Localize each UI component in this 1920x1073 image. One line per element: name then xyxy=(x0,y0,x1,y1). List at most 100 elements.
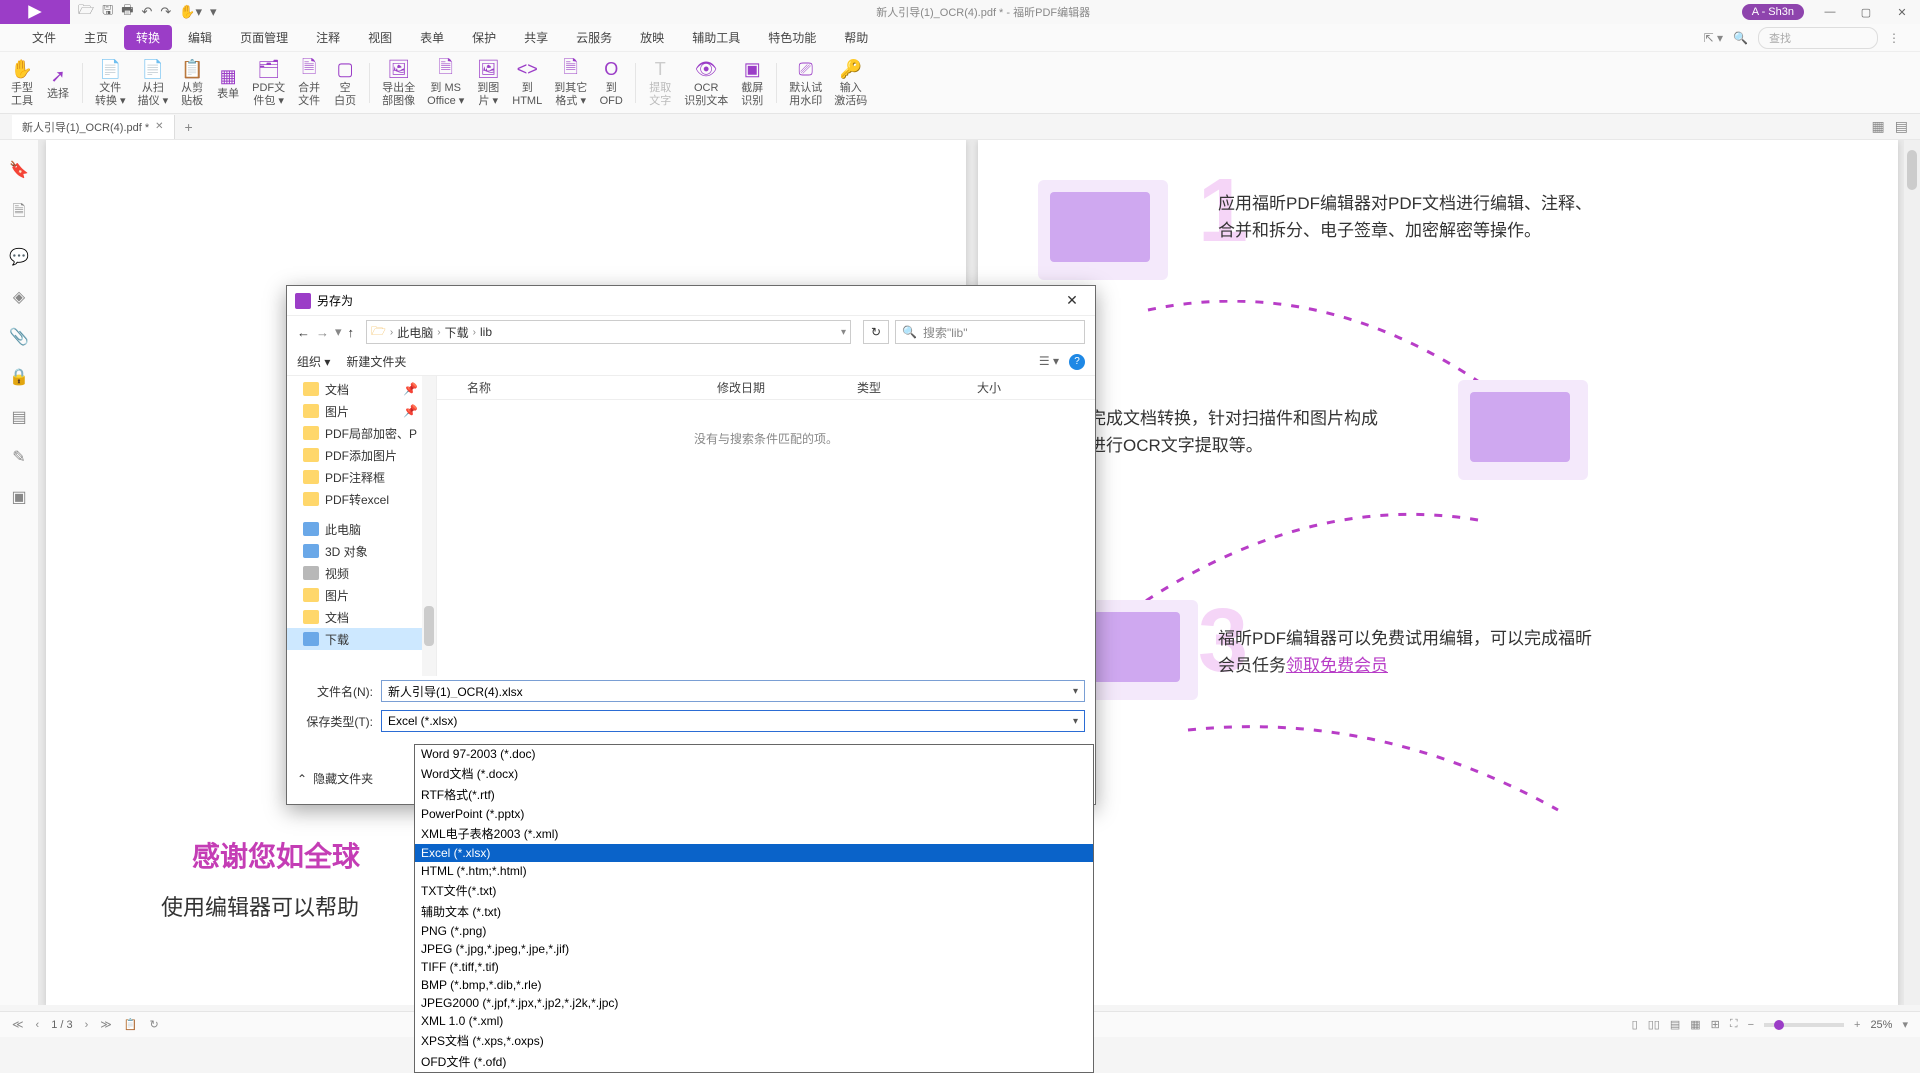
rb-blank[interactable]: ▢空 白页 xyxy=(329,56,361,109)
rb-form[interactable]: ▦表单 xyxy=(212,62,244,103)
rb-extract-text[interactable]: T提取 文字 xyxy=(644,56,676,109)
panel-icon[interactable]: ▣ xyxy=(11,487,26,507)
menu-form[interactable]: 表单 xyxy=(408,25,456,50)
minimize-icon[interactable]: — xyxy=(1812,6,1848,19)
dd-option[interactable]: TXT文件(*.txt) xyxy=(415,880,1093,901)
organize-button[interactable]: 组织 ▾ xyxy=(297,353,330,370)
rb-to-other[interactable]: 🗎到其它 格式 ▾ xyxy=(550,56,591,109)
undo-icon[interactable]: ↶ xyxy=(141,4,152,20)
dd-option[interactable]: JPEG (*.jpg,*.jpeg,*.jpe,*.jif) xyxy=(415,940,1093,958)
attachment-icon[interactable]: 📎 xyxy=(9,327,29,347)
clipboard-icon[interactable]: 📋 xyxy=(124,1018,138,1031)
comment-icon[interactable]: 💬 xyxy=(9,247,29,267)
menu-file[interactable]: 文件 xyxy=(20,25,68,50)
rb-select[interactable]: ➚选择 xyxy=(42,62,74,103)
zoom-slider[interactable] xyxy=(1764,1023,1844,1027)
new-folder-button[interactable]: 新建文件夹 xyxy=(346,353,406,370)
menu-protect[interactable]: 保护 xyxy=(460,25,508,50)
user-tag[interactable]: A - Sh3n xyxy=(1742,4,1804,20)
dd-option[interactable]: RTF格式(*.rtf) xyxy=(415,784,1093,805)
savetype-dropdown[interactable]: Word 97-2003 (*.doc) Word文档 (*.docx) RTF… xyxy=(414,744,1094,1073)
zoom-out-icon[interactable]: − xyxy=(1748,1019,1754,1031)
rb-from-scanner[interactable]: 📄从扫 描仪 ▾ xyxy=(134,56,173,109)
maximize-icon[interactable]: ▢ xyxy=(1848,6,1884,19)
search-input[interactable]: 查找 xyxy=(1758,27,1878,49)
help-icon[interactable]: ? xyxy=(1069,354,1085,370)
refresh-button[interactable]: ↻ xyxy=(863,320,889,344)
menu-collapse-icon[interactable]: ⇱ ▾ xyxy=(1704,31,1723,45)
vertical-scrollbar[interactable] xyxy=(1904,140,1920,1005)
menu-home[interactable]: 主页 xyxy=(72,25,120,50)
view-panel-icon[interactable]: ▤ xyxy=(1895,118,1908,135)
dd-option[interactable]: XML 1.0 (*.xml) xyxy=(415,1012,1093,1030)
page-icon[interactable]: 🗎 xyxy=(13,200,26,227)
redo-icon[interactable]: ↷ xyxy=(160,4,171,20)
breadcrumb[interactable]: 🗁› 此电脑› 下载› lib ▾ xyxy=(366,320,851,344)
first-page-icon[interactable]: ≪ xyxy=(12,1018,24,1031)
open-icon[interactable]: 🗁 xyxy=(78,1,94,23)
page-indicator[interactable]: 1 / 3 xyxy=(51,1019,72,1031)
rb-to-image[interactable]: 🖼到图 片 ▾ xyxy=(472,56,504,109)
rb-watermark[interactable]: ⎚默认试 用水印 xyxy=(785,56,826,109)
rb-portfolio[interactable]: 🗂PDF文 件包 ▾ xyxy=(248,56,289,109)
rb-merge[interactable]: 🗎合并 文件 xyxy=(293,56,325,109)
zoom-in-icon[interactable]: + xyxy=(1854,1019,1860,1031)
more-icon[interactable]: ▾ xyxy=(210,4,217,20)
signature-icon[interactable]: ✎ xyxy=(12,447,25,467)
nav-up-icon[interactable]: ↑ xyxy=(348,325,355,340)
view-grid-icon[interactable]: ▦ xyxy=(1872,118,1885,135)
layout-facing-icon[interactable]: ▯▯ xyxy=(1648,1018,1660,1031)
dd-option[interactable]: BMP (*.bmp,*.dib,*.rle) xyxy=(415,976,1093,994)
menu-pagemgmt[interactable]: 页面管理 xyxy=(228,25,300,50)
layers-icon[interactable]: ◈ xyxy=(13,287,25,307)
bookmark-icon[interactable]: 🔖 xyxy=(9,160,29,180)
column-headers[interactable]: 名称 修改日期 类型 大小 xyxy=(437,376,1095,400)
layout-grid-icon[interactable]: ⊞ xyxy=(1711,1018,1720,1031)
rotate-icon[interactable]: ↻ xyxy=(149,1018,158,1031)
nav-back-icon[interactable]: ← xyxy=(297,325,310,340)
menu-help[interactable]: 帮助 xyxy=(832,25,880,50)
dd-option[interactable]: 辅助文本 (*.txt) xyxy=(415,901,1093,922)
tree-scrollbar[interactable] xyxy=(422,376,436,676)
dd-option[interactable]: Word 97-2003 (*.doc) xyxy=(415,745,1093,763)
dialog-search[interactable]: 🔍 搜索"lib" xyxy=(895,320,1085,344)
layout-cont-icon[interactable]: ▤ xyxy=(1670,1018,1680,1031)
filename-combo[interactable]: ▾ xyxy=(381,680,1085,702)
menu-feature[interactable]: 特色功能 xyxy=(756,25,828,50)
folder-tree[interactable]: 文档📌 图片📌 PDF局部加密、P PDF添加图片 PDF注释框 PDF转exc… xyxy=(287,376,437,676)
print-icon[interactable]: 🖶 xyxy=(121,1,133,23)
menu-more-icon[interactable]: ⋮ xyxy=(1888,31,1900,45)
dd-option[interactable]: XML电子表格2003 (*.xml) xyxy=(415,823,1093,844)
menu-share[interactable]: 共享 xyxy=(512,25,560,50)
menu-present[interactable]: 放映 xyxy=(628,25,676,50)
dd-option[interactable]: JPEG2000 (*.jpf,*.jpx,*.jp2,*.j2k,*.jpc) xyxy=(415,994,1093,1012)
fields-icon[interactable]: ▤ xyxy=(11,407,26,427)
dd-option[interactable]: XPS文档 (*.xps,*.oxps) xyxy=(415,1030,1093,1051)
dd-option-selected[interactable]: Excel (*.xlsx) xyxy=(415,844,1093,862)
dd-option[interactable]: OFD文件 (*.ofd) xyxy=(415,1051,1093,1072)
member-link[interactable]: 领取免费会员 xyxy=(1286,656,1388,675)
menu-view[interactable]: 视图 xyxy=(356,25,404,50)
nav-recent-icon[interactable]: ▾ xyxy=(335,324,342,340)
savetype-combo[interactable]: Excel (*.xlsx) ▾ xyxy=(381,710,1085,732)
dd-option[interactable]: Word文档 (*.docx) xyxy=(415,763,1093,784)
crumb-3[interactable]: lib xyxy=(480,325,492,339)
dd-option[interactable]: PowerPoint (*.pptx) xyxy=(415,805,1093,823)
next-page-icon[interactable]: › xyxy=(85,1019,89,1031)
tab-close-icon[interactable]: ✕ xyxy=(155,121,163,132)
zoom-more-icon[interactable]: ▾ xyxy=(1902,1018,1908,1031)
chevron-down-icon[interactable]: ▾ xyxy=(1073,716,1078,727)
hand-icon[interactable]: ✋▾ xyxy=(179,4,202,20)
rb-hand-tool[interactable]: ✋手型 工具 xyxy=(6,56,38,109)
crumb-2[interactable]: 下载 xyxy=(445,324,469,341)
menu-edit[interactable]: 编辑 xyxy=(176,25,224,50)
layout-single-icon[interactable]: ▯ xyxy=(1632,1018,1638,1031)
rb-activate[interactable]: 🔑输入 激活码 xyxy=(830,56,871,109)
menu-annotate[interactable]: 注释 xyxy=(304,25,352,50)
rb-to-ofd[interactable]: O到 OFD xyxy=(595,56,627,109)
rb-from-clipboard[interactable]: 📋从剪 贴板 xyxy=(176,56,208,109)
rb-screen-ocr[interactable]: ▣截屏 识别 xyxy=(736,56,768,109)
document-tab[interactable]: 新人引导(1)_OCR(4).pdf * ✕ xyxy=(12,115,175,139)
menu-assist[interactable]: 辅助工具 xyxy=(680,25,752,50)
dd-option[interactable]: HTML (*.htm;*.html) xyxy=(415,862,1093,880)
